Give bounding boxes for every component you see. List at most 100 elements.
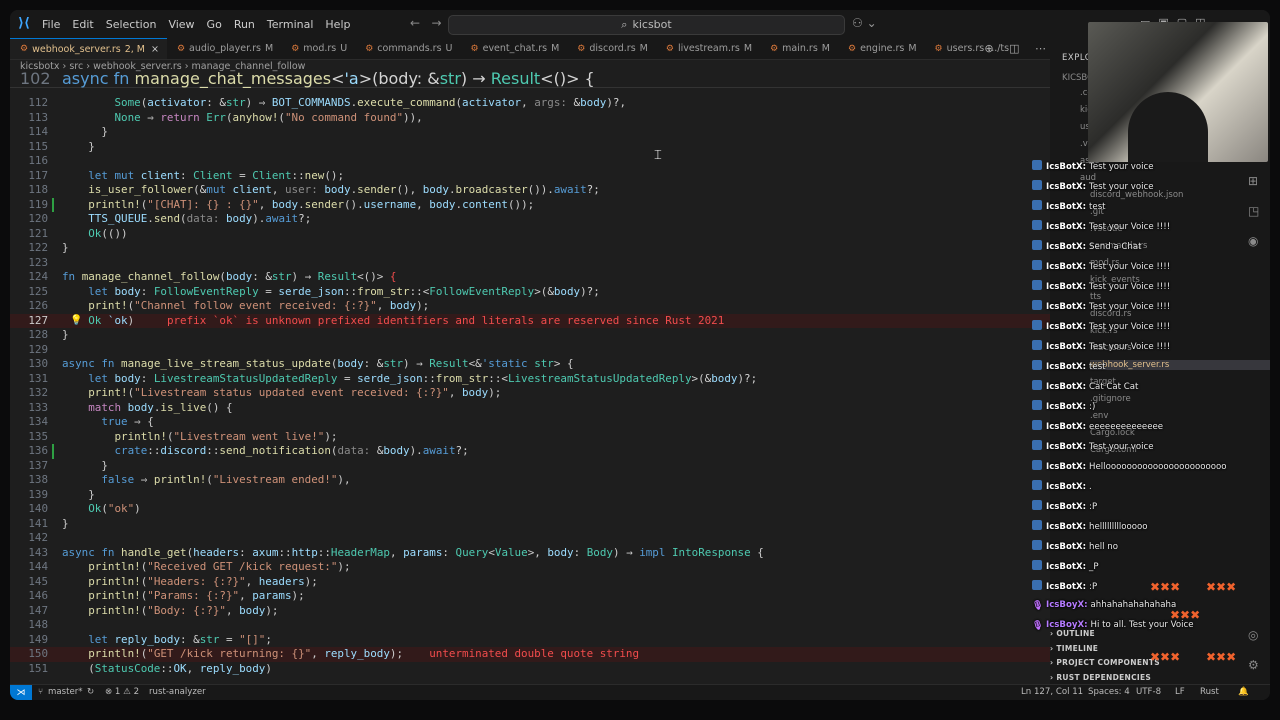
code-line[interactable]: 130 async fn manage_live_stream_status_up… (10, 357, 1050, 372)
code-line[interactable]: 144 println!("Received GET /kick request… (10, 560, 1050, 575)
code-line[interactable]: 150 println!("GET /kick returning: {}", … (10, 647, 1050, 662)
editor-actions-icon[interactable]: ⊕ ◫ ⋯ (984, 42, 1052, 55)
code-line[interactable]: 121 Ok(()) (10, 227, 1050, 242)
code-line[interactable]: 134 true ⇒ { (10, 415, 1050, 430)
tab[interactable]: ⚙ audio_player.rs M (167, 38, 281, 59)
code-line[interactable]: 127 💡 Ok `ok) prefix `ok` is unknown pref… (10, 313, 1050, 328)
language-mode[interactable]: Rust (1200, 687, 1219, 697)
sidebar-section[interactable]: › PROJECT COMPONENTS (1050, 658, 1160, 667)
code-line[interactable]: 151 (StatusCode::OK, reply_body) (10, 662, 1050, 677)
notifications-icon[interactable]: 🔔 (1238, 687, 1249, 697)
code-line[interactable]: 145 println!("Headers: {:?}", headers); (10, 575, 1050, 590)
code-line[interactable]: 147 println!("Body: {:?}", body); (10, 604, 1050, 619)
git-branch[interactable]: master* (48, 687, 83, 697)
remote-indicator-icon[interactable]: ⋊ (10, 685, 32, 700)
code-line[interactable]: 128} (10, 328, 1050, 343)
code-text: true ⇒ { (101, 415, 154, 428)
sidebar-section[interactable]: › RUST DEPENDENCIES (1050, 673, 1151, 682)
sticky-scroll-header[interactable]: 102 async fn manage_chat_messages<'a>(bod… (10, 71, 1050, 88)
code-line[interactable]: 126 print!("Channel follow event receive… (10, 299, 1050, 314)
code-line[interactable]: 129 (10, 343, 1050, 358)
menu-item[interactable]: Go (207, 18, 222, 31)
vscode-logo-icon: ⟩⟨ (18, 16, 30, 31)
menu-item[interactable]: View (168, 18, 194, 31)
menu-item[interactable]: Selection (106, 18, 157, 31)
code-line[interactable]: 117 let mut client: Client = Client::new… (10, 169, 1050, 184)
menu-item[interactable]: Edit (72, 18, 93, 31)
menu-item[interactable]: Terminal (267, 18, 314, 31)
chat-message: IcsBotX: Test your voice (1032, 440, 1154, 454)
code-line[interactable]: 119 println!("[CHAT]: {} : {}", body.sen… (10, 197, 1050, 212)
indentation[interactable]: Spaces: 4 (1088, 687, 1130, 697)
code-line[interactable]: 140 Ok("ok") (10, 502, 1050, 517)
cursor-position[interactable]: Ln 127, Col 11 (1021, 687, 1083, 697)
tab[interactable]: ⚙ discord.rs M (567, 38, 656, 59)
code-text: println!("Headers: {:?}", headers); (88, 574, 318, 588)
rust-file-icon: ⚙ (934, 43, 943, 54)
code-line[interactable]: 120 TTS_QUEUE.send(data: body).await?; (10, 212, 1050, 227)
copilot-icon[interactable]: ⚇ ⌄ (852, 16, 877, 30)
tab[interactable]: ⚙ mod.rs U (281, 38, 355, 59)
code-line[interactable]: 135 println!("Livestream went live!"); (10, 430, 1050, 445)
code-line[interactable]: 148 (10, 618, 1050, 633)
code-line[interactable]: 137 } (10, 459, 1050, 474)
close-icon[interactable]: × (151, 44, 159, 55)
tab[interactable]: ⚙ webhook_server.rs 2, M × (10, 38, 167, 59)
nav-back-forward-icon[interactable]: ← → (410, 16, 442, 30)
tab[interactable]: ⚙ main.rs M (760, 38, 838, 59)
code-line[interactable]: 114 } (10, 125, 1050, 140)
command-center-search[interactable]: ⌕ kicsbot (448, 15, 845, 35)
encoding[interactable]: UTF-8 (1136, 687, 1161, 697)
git-gutter-marker[interactable] (52, 444, 54, 459)
tree-item[interactable]: webhook_server.rs (1090, 360, 1270, 370)
code-text: } (62, 139, 95, 153)
code-line[interactable]: 149 let reply_body: &str = "[]"; (10, 633, 1050, 648)
code-line[interactable]: 123 (10, 256, 1050, 271)
tab[interactable]: ⚙ event_chat.rs M (461, 38, 568, 59)
code-line[interactable]: 113 None ⇒ return Err(anyhow!("No comman… (10, 111, 1050, 126)
menu-item[interactable]: Help (325, 18, 350, 31)
code-line[interactable]: 122} (10, 241, 1050, 256)
tab[interactable]: ⚙ livestream.rs M (656, 38, 760, 59)
code-line[interactable]: 141} (10, 517, 1050, 532)
code-line[interactable]: 142 (10, 531, 1050, 546)
code-line[interactable]: 116 (10, 154, 1050, 169)
tab[interactable]: ⚙ commands.rs U (355, 38, 460, 59)
code-editor[interactable]: 112 Some(activator: &str) ⇒ BOT_COMMANDS… (10, 72, 1050, 684)
code-line[interactable]: 139 } (10, 488, 1050, 503)
chat-message: IcsBotX: Test your Voice !!!! (1032, 340, 1170, 354)
settings-gear-icon[interactable]: ⚙ (1248, 658, 1259, 672)
code-line[interactable]: 143 async fn handle_get(headers: axum::ht… (10, 546, 1050, 561)
code-line[interactable]: 136 crate::discord::send_notification(da… (10, 444, 1050, 459)
extensions-icon[interactable]: ⊞ (1248, 174, 1258, 188)
language-server[interactable]: rust-analyzer (149, 687, 206, 697)
sidebar-section[interactable]: › OUTLINE (1050, 629, 1095, 638)
remote-explorer-icon[interactable]: ◳ (1248, 204, 1259, 218)
chat-username: IcsBotX: (1046, 322, 1087, 332)
menu-item[interactable]: File (42, 18, 60, 31)
tab-status: M (551, 43, 560, 54)
code-line[interactable]: 132 print!("Livestream status updated ev… (10, 386, 1050, 401)
code-line[interactable]: 118 is_user_follower(&mut client, user: … (10, 183, 1050, 198)
tab-status: 2, M (124, 43, 145, 55)
code-line[interactable]: 131 let body: LivestreamStatusUpdatedRep… (10, 372, 1050, 387)
tree-item[interactable]: .gitignore (1090, 394, 1131, 404)
git-gutter-marker[interactable] (52, 197, 54, 212)
chat-username: IcsBotX: (1046, 502, 1087, 512)
sidebar-section[interactable]: › TIMELINE (1050, 644, 1098, 653)
menu-item[interactable]: Run (234, 18, 255, 31)
problems-count[interactable]: ⊗ 1 ⚠ 2 (105, 687, 139, 697)
account-icon[interactable]: ◎ (1248, 628, 1258, 642)
microphone-icon: 🎙 (1032, 621, 1044, 631)
tab[interactable]: ⚙ engine.rs M (838, 38, 925, 59)
sync-icon[interactable]: ↻ (87, 687, 94, 697)
code-line[interactable]: 115 } (10, 140, 1050, 155)
code-line[interactable]: 133 match body.is_live() { (10, 401, 1050, 416)
code-line[interactable]: 112 Some(activator: &str) ⇒ BOT_COMMANDS… (10, 96, 1050, 111)
code-line[interactable]: 138 false ⇒ println!("Livestream ended!"… (10, 473, 1050, 488)
code-line[interactable]: 125 let body: FollowEventReply = serde_j… (10, 285, 1050, 300)
github-icon[interactable]: ◉ (1248, 234, 1258, 248)
line-ending[interactable]: LF (1175, 687, 1185, 697)
code-line[interactable]: 124 fn manage_channel_follow(body: &str) … (10, 270, 1050, 285)
code-line[interactable]: 146 println!("Params: {:?}", params); (10, 589, 1050, 604)
